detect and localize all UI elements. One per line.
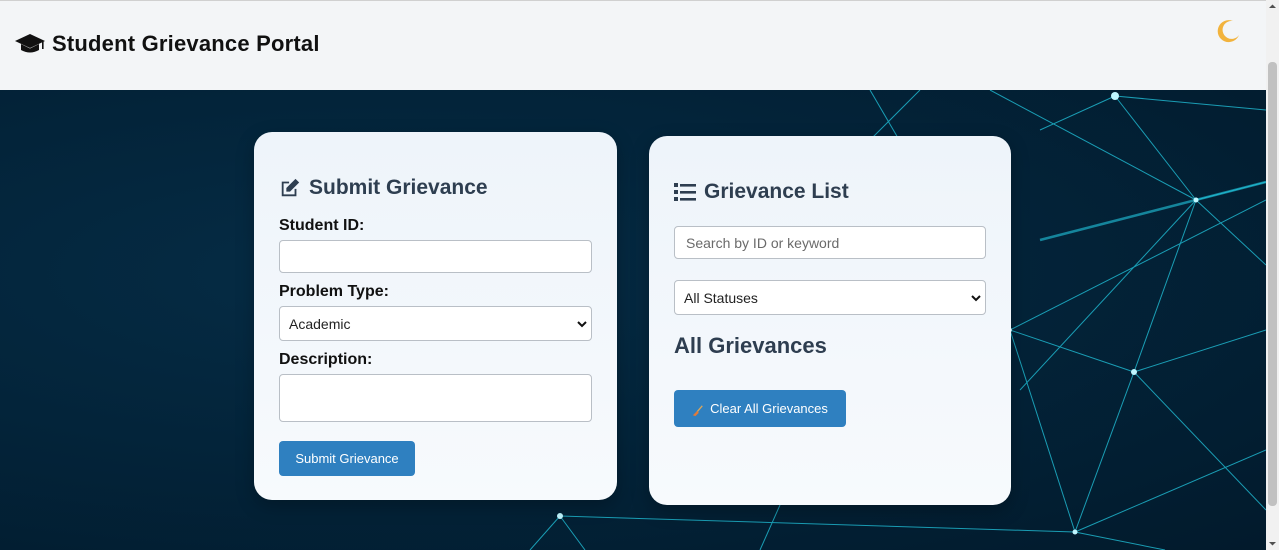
clear-all-grievances-button[interactable]: Clear All Grievances	[674, 390, 846, 427]
network-background	[529, 90, 1266, 550]
top-header: Student Grievance Portal	[0, 0, 1266, 90]
submit-grievance-card: Submit Grievance Student ID: Problem Typ…	[254, 132, 617, 500]
hero-background: Submit Grievance Student ID: Problem Typ…	[0, 90, 1266, 550]
problem-type-label: Problem Type:	[279, 283, 389, 300]
problem-type-select[interactable]: Academic	[279, 306, 592, 341]
grievance-list-title: Grievance List	[704, 180, 849, 203]
description-label: Description:	[279, 351, 373, 368]
submit-grievance-heading: Submit Grievance	[279, 176, 488, 200]
broom-icon	[692, 404, 703, 416]
graduation-cap-icon	[15, 34, 45, 53]
clear-all-label: Clear All Grievances	[710, 401, 828, 416]
status-filter-select[interactable]: All Statuses	[674, 280, 986, 315]
submit-grievance-button[interactable]: Submit Grievance	[279, 441, 415, 476]
grievance-list-card: Grievance List All Statuses All Grievanc…	[649, 136, 1011, 505]
page-scrollbar[interactable]	[1266, 0, 1279, 550]
all-grievances-title: All Grievances	[674, 333, 827, 358]
scroll-down-arrow-icon[interactable]	[1268, 539, 1277, 548]
list-icon	[674, 183, 696, 201]
submit-grievance-title: Submit Grievance	[309, 176, 488, 199]
student-id-label: Student ID:	[279, 217, 365, 234]
scrollbar-thumb[interactable]	[1268, 62, 1277, 506]
scroll-up-arrow-icon[interactable]	[1268, 2, 1277, 11]
grievance-list-heading: Grievance List	[674, 180, 849, 204]
app-title: Student Grievance Portal	[52, 31, 320, 56]
description-textarea[interactable]	[279, 374, 592, 422]
student-id-input[interactable]	[279, 240, 592, 273]
theme-toggle-button[interactable]	[1214, 17, 1242, 45]
brand: Student Grievance Portal	[14, 31, 320, 57]
edit-icon	[281, 178, 300, 197]
crescent-moon-icon	[1217, 20, 1239, 43]
search-input[interactable]	[674, 226, 986, 259]
